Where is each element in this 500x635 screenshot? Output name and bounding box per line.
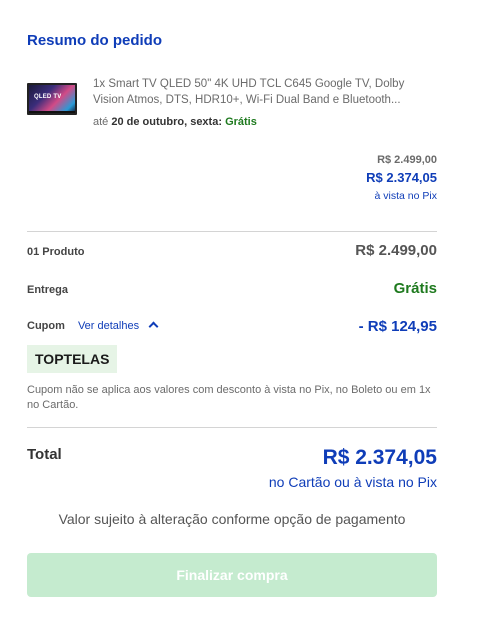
checkout-button[interactable]: Finalizar compra bbox=[27, 553, 437, 597]
divider bbox=[27, 427, 437, 428]
total-value: R$ 2.374,05 bbox=[322, 446, 437, 469]
order-summary-title: Resumo do pedido bbox=[27, 32, 162, 49]
coupon-code-badge: TOPTELAS bbox=[27, 345, 118, 373]
delivery-prefix: até bbox=[93, 116, 109, 128]
chevron-up-icon[interactable] bbox=[148, 321, 159, 332]
thumbnail-label: QLED TV bbox=[34, 94, 62, 100]
coupon-note: Cupom não se aplica aos valores com desc… bbox=[27, 384, 431, 411]
coupon-row: Cupom Ver detalhes - R$ 124,95 bbox=[27, 316, 437, 338]
divider bbox=[27, 231, 437, 232]
products-row: 01 Produto R$ 2.499,00 bbox=[27, 240, 437, 262]
original-price: R$ 2.499,00 bbox=[377, 154, 437, 166]
product-thumbnail: QLED TV bbox=[27, 83, 77, 115]
coupon-details-text[interactable]: Ver detalhes bbox=[78, 320, 139, 332]
coupon-label: Cupom bbox=[27, 320, 65, 332]
coupon-value: - R$ 124,95 bbox=[358, 318, 437, 335]
shipping-row: Entrega Grátis bbox=[27, 278, 437, 300]
delivery-date: 20 de outubro, sexta: bbox=[111, 116, 222, 128]
price-disclaimer: Valor sujeito à alteração conforme opção… bbox=[58, 511, 406, 527]
products-label: 01 Produto bbox=[27, 246, 85, 258]
product-name: 1x Smart TV QLED 50" 4K UHD TCL C645 Goo… bbox=[93, 78, 405, 106]
total-label: Total bbox=[27, 446, 62, 463]
delivery-cost: Grátis bbox=[225, 116, 257, 128]
shipping-value: Grátis bbox=[393, 280, 437, 297]
coupon-label-group: Cupom Ver detalhes bbox=[27, 320, 159, 332]
products-value: R$ 2.499,00 bbox=[355, 242, 437, 259]
coupon-details-link[interactable]: Ver detalhes bbox=[78, 320, 159, 332]
item-prices: R$ 2.499,00 R$ 2.374,05 à vista no Pix bbox=[366, 154, 437, 202]
delivery-estimate: até 20 de outubro, sexta: Grátis bbox=[93, 116, 257, 128]
total-note: no Cartão ou à vista no Pix bbox=[268, 474, 437, 490]
discounted-price: R$ 2.374,05 bbox=[366, 170, 437, 185]
shipping-label: Entrega bbox=[27, 284, 68, 296]
discount-note: à vista no Pix bbox=[374, 190, 437, 202]
